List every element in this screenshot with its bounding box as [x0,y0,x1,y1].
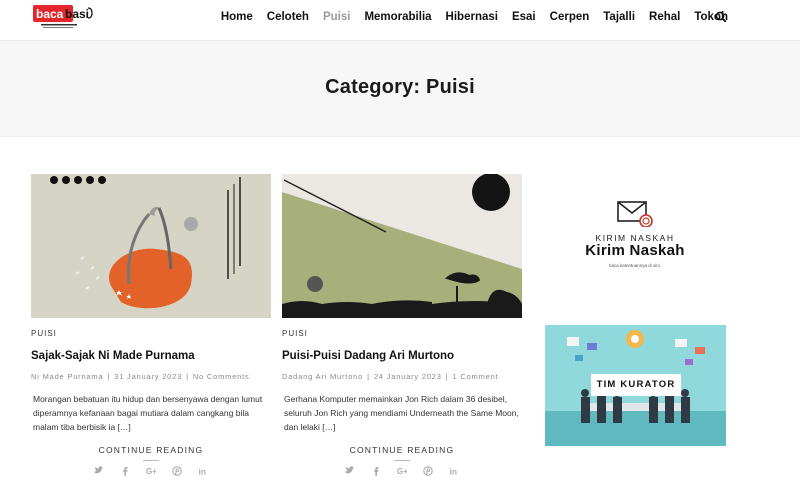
page-title-band: Category: Puisi [0,41,800,137]
tim-kurator-banner[interactable]: TIM KURATOR [545,325,726,446]
post-meta: Dadang Ari Murtono | 24 January 2023 | 1 Com… [282,372,522,381]
post-excerpt: Morangan bebatuan itu hidup dan bersenya… [33,394,263,432]
main-nav: Home Celoteh Puisi Memorabilia Hibernasi… [207,11,728,23]
svg-text:in: in [199,467,207,477]
svg-text:basi: basi [65,7,89,21]
post-thumbnail[interactable] [282,174,522,318]
continue-reading-link[interactable]: CONTINUE READING [31,445,271,455]
google-plus-icon[interactable]: G+ [397,466,407,476]
svg-text:baca: baca [36,7,64,21]
share-bar: G+ in [31,466,271,476]
linkedin-icon[interactable]: in [449,466,459,477]
meta-separator: | [186,372,189,381]
post-card: PUISI Puisi-Puisi Dadang Ari Murtono Dad… [282,174,522,476]
nav-home[interactable]: Home [221,11,253,23]
post-comments[interactable]: 1 Comment [453,372,499,381]
nav-hibernasi[interactable]: Hibernasi [446,11,498,23]
post-excerpt: Gerhana Komputer memainkan Jon Rich dala… [284,394,519,432]
meta-separator: | [367,372,370,381]
post-card: PUISI Sajak-Sajak Ni Made Purnama Ni Mad… [31,174,271,476]
search-icon[interactable] [715,11,727,23]
nav-rehal[interactable]: Rehal [649,11,680,23]
twitter-icon[interactable] [345,466,355,476]
site-header: baca basi Home Celoteh Puisi Memorabilia… [0,0,800,41]
post-comments[interactable]: No Comments [193,372,250,381]
nav-puisi[interactable]: Puisi [323,11,350,23]
kirim-naskah-banner[interactable]: KIRIM NASKAH Kirim Naskah baca ketentuan… [570,196,700,274]
pinterest-icon[interactable] [172,466,182,476]
nav-cerpen[interactable]: Cerpen [550,11,590,23]
post-category[interactable]: PUISI [282,329,308,338]
continue-reading-link[interactable]: CONTINUE READING [282,445,522,455]
share-bar: G+ in [282,466,522,476]
post-category[interactable]: PUISI [31,329,57,338]
post-author[interactable]: Dadang Ari Murtono [282,372,363,381]
svg-text:in: in [450,467,458,477]
nav-memorabilia[interactable]: Memorabilia [364,11,431,23]
post-date[interactable]: 24 January 2023 [374,372,442,381]
envelope-icon [617,201,653,227]
post-title[interactable]: Sajak-Sajak Ni Made Purnama [31,350,271,362]
meta-separator: | [107,372,111,381]
nav-celoteh[interactable]: Celoteh [267,11,309,23]
page-title: Category: Puisi [325,76,475,98]
linkedin-icon[interactable]: in [198,466,208,477]
facebook-icon[interactable] [371,466,381,476]
pinterest-icon[interactable] [423,466,433,476]
svg-text:G+: G+ [146,467,156,476]
google-plus-icon[interactable]: G+ [146,466,156,476]
post-date[interactable]: 31 January 2023 [114,372,182,381]
tim-kurator-label: TIM KURATOR [591,374,681,396]
site-logo[interactable]: baca basi [33,4,97,32]
post-thumbnail[interactable] [31,174,271,318]
nav-esai[interactable]: Esai [512,11,536,23]
post-meta: Ni Made Purnama | 31 January 2023 | No Comme… [31,372,271,381]
kirim-naskah-title: Kirim Naskah [585,242,685,259]
facebook-icon[interactable] [120,466,130,476]
divider [394,460,410,461]
post-title[interactable]: Puisi-Puisi Dadang Ari Murtono [282,350,522,362]
svg-text:G+: G+ [397,467,407,476]
nav-tajalli[interactable]: Tajalli [603,11,635,23]
divider [143,460,159,461]
meta-separator: | [445,372,449,381]
post-author[interactable]: Ni Made Purnama [31,372,103,381]
kirim-naskah-note: baca ketentuannya di sini. [608,263,662,268]
twitter-icon[interactable] [94,466,104,476]
